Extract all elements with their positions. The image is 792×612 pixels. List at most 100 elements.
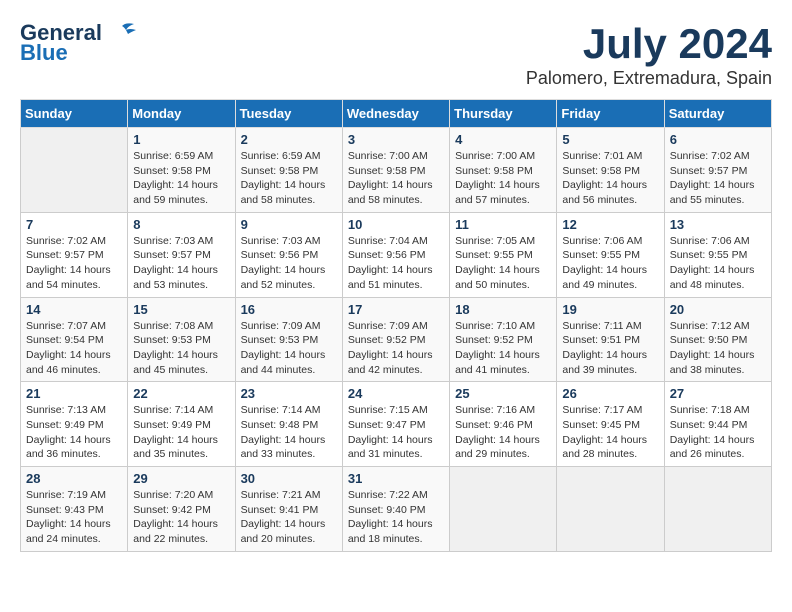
calendar-week-row: 7 Sunrise: 7:02 AM Sunset: 9:57 PM Daylig…	[21, 212, 772, 297]
day-info: Sunrise: 7:02 AM Sunset: 9:57 PM Dayligh…	[26, 234, 122, 293]
calendar-cell: 23 Sunrise: 7:14 AM Sunset: 9:48 PM Dayli…	[235, 382, 342, 467]
day-info: Sunrise: 7:04 AM Sunset: 9:56 PM Dayligh…	[348, 234, 444, 293]
day-info: Sunrise: 7:09 AM Sunset: 9:52 PM Dayligh…	[348, 319, 444, 378]
day-info: Sunrise: 7:03 AM Sunset: 9:57 PM Dayligh…	[133, 234, 229, 293]
calendar-cell: 8 Sunrise: 7:03 AM Sunset: 9:57 PM Daylig…	[128, 212, 235, 297]
calendar-cell: 28 Sunrise: 7:19 AM Sunset: 9:43 PM Dayli…	[21, 467, 128, 552]
calendar-week-row: 14 Sunrise: 7:07 AM Sunset: 9:54 PM Dayli…	[21, 297, 772, 382]
day-number: 21	[26, 386, 122, 401]
day-info: Sunrise: 7:16 AM Sunset: 9:46 PM Dayligh…	[455, 403, 551, 462]
logo: General Blue	[20, 20, 138, 66]
logo-bird-icon	[106, 22, 138, 44]
day-number: 17	[348, 302, 444, 317]
day-number: 11	[455, 217, 551, 232]
calendar-week-row: 1 Sunrise: 6:59 AM Sunset: 9:58 PM Daylig…	[21, 128, 772, 213]
calendar-header-row: SundayMondayTuesdayWednesdayThursdayFrid…	[21, 100, 772, 128]
day-info: Sunrise: 7:09 AM Sunset: 9:53 PM Dayligh…	[241, 319, 337, 378]
calendar-cell: 17 Sunrise: 7:09 AM Sunset: 9:52 PM Dayli…	[342, 297, 449, 382]
calendar-cell: 13Sunrise: 7:06 AM Sunset: 9:55 PM Dayli…	[664, 212, 771, 297]
day-info: Sunrise: 7:07 AM Sunset: 9:54 PM Dayligh…	[26, 319, 122, 378]
day-info: Sunrise: 7:17 AM Sunset: 9:45 PM Dayligh…	[562, 403, 658, 462]
day-number: 26	[562, 386, 658, 401]
day-number: 30	[241, 471, 337, 486]
calendar-cell: 14 Sunrise: 7:07 AM Sunset: 9:54 PM Dayli…	[21, 297, 128, 382]
day-number: 7	[26, 217, 122, 232]
day-info: Sunrise: 7:19 AM Sunset: 9:43 PM Dayligh…	[26, 488, 122, 547]
calendar-week-row: 21 Sunrise: 7:13 AM Sunset: 9:49 PM Dayli…	[21, 382, 772, 467]
calendar-cell: 12Sunrise: 7:06 AM Sunset: 9:55 PM Dayli…	[557, 212, 664, 297]
day-header-saturday: Saturday	[664, 100, 771, 128]
day-number: 4	[455, 132, 551, 147]
day-info: Sunrise: 6:59 AM Sunset: 9:58 PM Dayligh…	[133, 149, 229, 208]
day-number: 14	[26, 302, 122, 317]
calendar-title: July 2024	[526, 20, 772, 68]
day-number: 27	[670, 386, 766, 401]
calendar-cell: 26 Sunrise: 7:17 AM Sunset: 9:45 PM Dayli…	[557, 382, 664, 467]
day-info: Sunrise: 7:13 AM Sunset: 9:49 PM Dayligh…	[26, 403, 122, 462]
day-number: 12	[562, 217, 658, 232]
day-info: Sunrise: 6:59 AM Sunset: 9:58 PM Dayligh…	[241, 149, 337, 208]
calendar-cell: 22 Sunrise: 7:14 AM Sunset: 9:49 PM Dayli…	[128, 382, 235, 467]
day-info: Sunrise: 7:18 AM Sunset: 9:44 PM Dayligh…	[670, 403, 766, 462]
day-number: 1	[133, 132, 229, 147]
day-header-monday: Monday	[128, 100, 235, 128]
day-info: Sunrise: 7:21 AM Sunset: 9:41 PM Dayligh…	[241, 488, 337, 547]
day-number: 6	[670, 132, 766, 147]
day-info: Sunrise: 7:10 AM Sunset: 9:52 PM Dayligh…	[455, 319, 551, 378]
day-header-tuesday: Tuesday	[235, 100, 342, 128]
calendar-cell: 16 Sunrise: 7:09 AM Sunset: 9:53 PM Dayli…	[235, 297, 342, 382]
day-number: 19	[562, 302, 658, 317]
day-number: 9	[241, 217, 337, 232]
calendar-cell: 31Sunrise: 7:22 AM Sunset: 9:40 PM Dayli…	[342, 467, 449, 552]
day-number: 22	[133, 386, 229, 401]
day-info: Sunrise: 7:15 AM Sunset: 9:47 PM Dayligh…	[348, 403, 444, 462]
day-number: 28	[26, 471, 122, 486]
calendar-cell: 15Sunrise: 7:08 AM Sunset: 9:53 PM Dayli…	[128, 297, 235, 382]
day-info: Sunrise: 7:00 AM Sunset: 9:58 PM Dayligh…	[348, 149, 444, 208]
calendar-cell	[450, 467, 557, 552]
day-number: 24	[348, 386, 444, 401]
day-header-wednesday: Wednesday	[342, 100, 449, 128]
page-header: General Blue July 2024 Palomero, Extrema…	[20, 20, 772, 89]
calendar-cell: 7 Sunrise: 7:02 AM Sunset: 9:57 PM Daylig…	[21, 212, 128, 297]
calendar-cell: 25 Sunrise: 7:16 AM Sunset: 9:46 PM Dayli…	[450, 382, 557, 467]
day-info: Sunrise: 7:01 AM Sunset: 9:58 PM Dayligh…	[562, 149, 658, 208]
day-number: 25	[455, 386, 551, 401]
day-number: 16	[241, 302, 337, 317]
day-number: 10	[348, 217, 444, 232]
calendar-cell: 30 Sunrise: 7:21 AM Sunset: 9:41 PM Dayli…	[235, 467, 342, 552]
day-info: Sunrise: 7:08 AM Sunset: 9:53 PM Dayligh…	[133, 319, 229, 378]
day-info: Sunrise: 7:12 AM Sunset: 9:50 PM Dayligh…	[670, 319, 766, 378]
day-info: Sunrise: 7:14 AM Sunset: 9:49 PM Dayligh…	[133, 403, 229, 462]
calendar-cell	[664, 467, 771, 552]
day-info: Sunrise: 7:06 AM Sunset: 9:55 PM Dayligh…	[670, 234, 766, 293]
day-number: 29	[133, 471, 229, 486]
logo-blue: Blue	[20, 40, 68, 66]
calendar-subtitle: Palomero, Extremadura, Spain	[526, 68, 772, 89]
calendar-cell: 20Sunrise: 7:12 AM Sunset: 9:50 PM Dayli…	[664, 297, 771, 382]
day-number: 23	[241, 386, 337, 401]
calendar-cell: 1 Sunrise: 6:59 AM Sunset: 9:58 PM Daylig…	[128, 128, 235, 213]
calendar-cell: 18 Sunrise: 7:10 AM Sunset: 9:52 PM Dayli…	[450, 297, 557, 382]
day-info: Sunrise: 7:05 AM Sunset: 9:55 PM Dayligh…	[455, 234, 551, 293]
day-info: Sunrise: 7:03 AM Sunset: 9:56 PM Dayligh…	[241, 234, 337, 293]
calendar-cell: 6Sunrise: 7:02 AM Sunset: 9:57 PM Daylig…	[664, 128, 771, 213]
day-number: 2	[241, 132, 337, 147]
calendar-cell: 27 Sunrise: 7:18 AM Sunset: 9:44 PM Dayli…	[664, 382, 771, 467]
day-info: Sunrise: 7:11 AM Sunset: 9:51 PM Dayligh…	[562, 319, 658, 378]
calendar-cell: 11 Sunrise: 7:05 AM Sunset: 9:55 PM Dayli…	[450, 212, 557, 297]
calendar-cell: 24 Sunrise: 7:15 AM Sunset: 9:47 PM Dayli…	[342, 382, 449, 467]
calendar-cell: 9 Sunrise: 7:03 AM Sunset: 9:56 PM Daylig…	[235, 212, 342, 297]
day-info: Sunrise: 7:14 AM Sunset: 9:48 PM Dayligh…	[241, 403, 337, 462]
calendar-cell: 4Sunrise: 7:00 AM Sunset: 9:58 PM Daylig…	[450, 128, 557, 213]
day-number: 18	[455, 302, 551, 317]
day-number: 8	[133, 217, 229, 232]
day-info: Sunrise: 7:20 AM Sunset: 9:42 PM Dayligh…	[133, 488, 229, 547]
day-number: 5	[562, 132, 658, 147]
calendar-cell: 10 Sunrise: 7:04 AM Sunset: 9:56 PM Dayli…	[342, 212, 449, 297]
calendar-cell	[21, 128, 128, 213]
day-header-thursday: Thursday	[450, 100, 557, 128]
calendar-cell: 19 Sunrise: 7:11 AM Sunset: 9:51 PM Dayli…	[557, 297, 664, 382]
day-header-sunday: Sunday	[21, 100, 128, 128]
day-number: 31	[348, 471, 444, 486]
